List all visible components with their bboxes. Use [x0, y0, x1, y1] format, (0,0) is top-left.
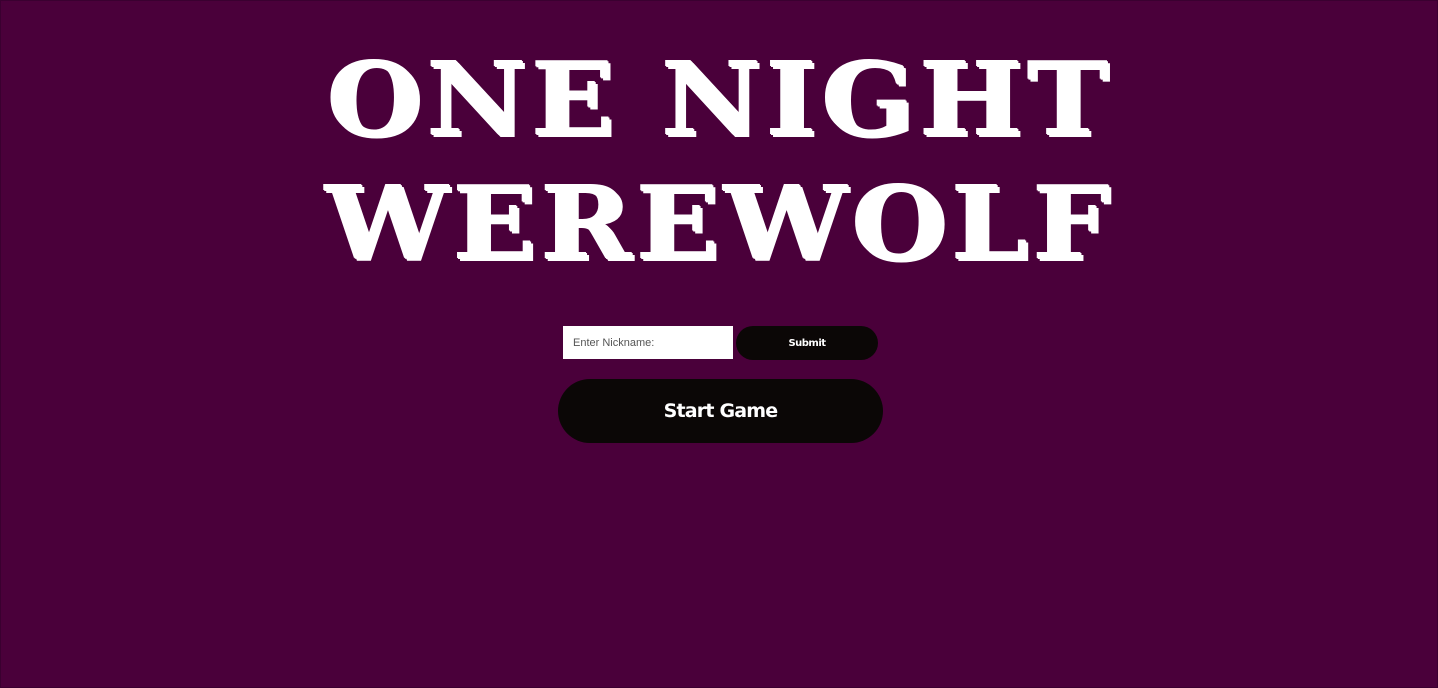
nickname-input[interactable] — [563, 326, 733, 359]
game-title-line-2: WEREWOLF — [325, 164, 1115, 283]
page-background: ONE NIGHT WEREWOLF Submit Start Game — [0, 0, 1438, 688]
submit-button[interactable]: Submit — [736, 326, 878, 360]
start-game-button[interactable]: Start Game — [558, 379, 883, 443]
game-title-line-1: ONE NIGHT — [326, 40, 1114, 159]
